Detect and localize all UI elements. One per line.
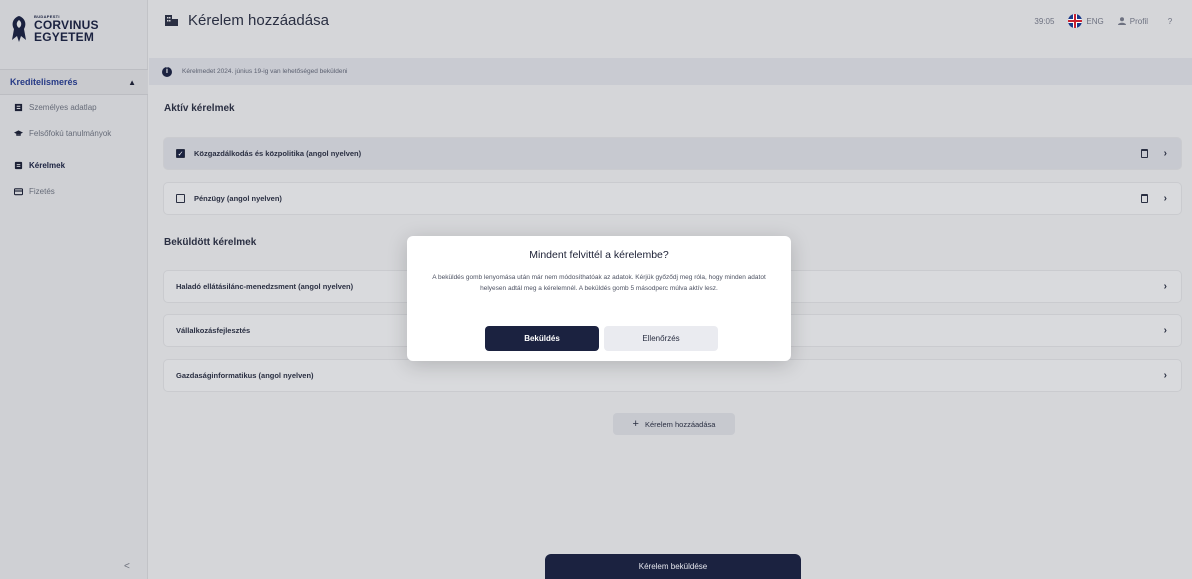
- trash-icon[interactable]: [1140, 149, 1148, 158]
- corvinus-logo[interactable]: BUDAPESTI CORVINUS EGYETEM: [8, 14, 99, 44]
- chevron-right-icon[interactable]: ›: [1164, 148, 1167, 159]
- row-actions: ›: [1164, 370, 1167, 381]
- user-icon: [1117, 17, 1126, 25]
- logo-emblem-icon: [12, 16, 26, 42]
- sidebar: BUDAPESTI CORVINUS EGYETEM Kreditelismer…: [0, 0, 148, 579]
- logo-line2: EGYETEM: [34, 30, 95, 44]
- logo-text: BUDAPESTI CORVINUS EGYETEM: [34, 15, 99, 44]
- chevron-right-icon[interactable]: ›: [1164, 370, 1167, 381]
- row-actions: ›: [1164, 325, 1167, 336]
- sidebar-item-requests[interactable]: Kérelmek: [14, 161, 65, 170]
- sidebar-item-label: Személyes adatlap: [29, 103, 97, 112]
- deadline-notice: i Kérelmedet 2024. június 19-ig van lehe…: [149, 58, 1192, 85]
- request-label: Pénzügy (angol nyelven): [194, 194, 282, 203]
- request-label: Vállalkozásfejlesztés: [176, 326, 251, 335]
- profile-button[interactable]: Profil: [1117, 16, 1148, 26]
- trash-icon[interactable]: [1140, 194, 1148, 203]
- document-icon: [14, 161, 23, 170]
- request-label: Gazdaságinformatikus (angol nyelven): [176, 371, 314, 380]
- help-button[interactable]: ?: [1162, 17, 1178, 26]
- sidebar-item-label: Kérelmek: [29, 161, 66, 170]
- collapse-sidebar-button[interactable]: <: [124, 561, 130, 572]
- chevron-right-icon[interactable]: ›: [1164, 325, 1167, 336]
- building-icon: [165, 15, 178, 26]
- chevron-right-icon[interactable]: ›: [1164, 193, 1167, 204]
- submitted-request-row[interactable]: Gazdaságinformatikus (angol nyelven) ›: [163, 359, 1182, 392]
- row-actions: ›: [1164, 281, 1167, 292]
- row-actions: ›: [1140, 193, 1167, 204]
- sidebar-item-higher-education[interactable]: Felsőfokú tanulmányok: [14, 129, 111, 138]
- language-label: ENG: [1086, 16, 1104, 26]
- submit-request-button[interactable]: Kérelem beküldése: [545, 554, 801, 579]
- sidebar-item-payment[interactable]: Fizetés: [14, 187, 55, 196]
- active-request-row[interactable]: ✓ Közgazdálkodás és közpolitika (angol n…: [163, 137, 1182, 170]
- modal-submit-button[interactable]: Beküldés: [485, 326, 599, 351]
- id-card-icon: [14, 103, 23, 112]
- sidebar-section-label: Kreditelismerés: [10, 77, 78, 87]
- page-title-text: Kérelem hozzáadása: [188, 12, 329, 29]
- sidebar-section-kreditelismeres[interactable]: Kreditelismerés ▲: [0, 69, 148, 95]
- sidebar-item-personal-data[interactable]: Személyes adatlap: [14, 103, 97, 112]
- add-request-label: Kérelem hozzáadása: [644, 419, 716, 429]
- chevron-up-icon: ▲: [128, 77, 136, 87]
- active-request-row[interactable]: Pénzügy (angol nyelven) ›: [163, 182, 1182, 215]
- submitted-requests-title: Beküldött kérelmek: [164, 237, 257, 248]
- sidebar-item-label: Felsőfokú tanulmányok: [29, 129, 112, 138]
- notice-text: Kérelmedet 2024. június 19-ig van lehető…: [182, 68, 348, 75]
- add-request-button[interactable]: + Kérelem hozzáadása: [613, 413, 735, 435]
- session-timer: 39:05: [1034, 16, 1055, 26]
- sidebar-item-label: Fizetés: [29, 187, 55, 196]
- request-label: Haladó ellátásilánc-menedzsment (angol n…: [176, 282, 354, 291]
- page-title: Kérelem hozzáadása: [165, 12, 329, 29]
- request-label: Közgazdálkodás és közpolitika (angol nye…: [194, 149, 362, 158]
- chevron-right-icon[interactable]: ›: [1164, 281, 1167, 292]
- row-actions: ›: [1140, 148, 1167, 159]
- info-icon: i: [162, 66, 172, 77]
- profile-label: Profil: [1129, 16, 1148, 26]
- checkbox[interactable]: [176, 194, 185, 203]
- uk-flag-icon: [1068, 14, 1083, 28]
- graduation-cap-icon: [14, 130, 23, 136]
- plus-icon: +: [632, 418, 639, 430]
- checkbox[interactable]: ✓: [176, 149, 185, 158]
- modal-body: A beküldés gomb lenyomása után már nem m…: [432, 274, 766, 292]
- active-requests-title: Aktív kérelmek: [164, 103, 235, 114]
- header-actions: 39:05 ENG Profil ?: [1034, 14, 1178, 28]
- language-switch[interactable]: ENG: [1068, 14, 1104, 28]
- credit-card-icon: [14, 188, 23, 196]
- modal-title: Mindent felvittél a kérelembe?: [529, 249, 669, 261]
- modal-review-button[interactable]: Ellenőrzés: [604, 326, 718, 351]
- confirm-modal: Mindent felvittél a kérelembe? A beküldé…: [407, 236, 791, 361]
- top-bar: Kérelem hozzáadása 39:05 ENG Profil ?: [149, 0, 1192, 50]
